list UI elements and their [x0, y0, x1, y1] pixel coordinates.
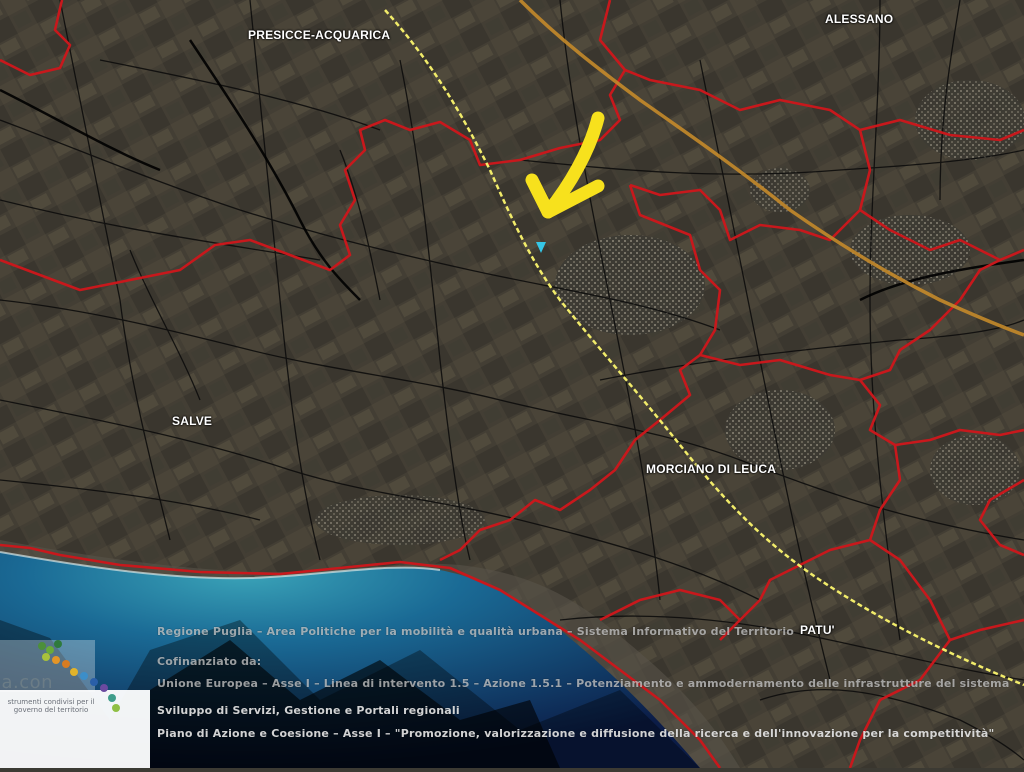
town-label-presicce: PRESICCE-ACQUARICA: [248, 28, 391, 42]
town-area-patu: [930, 435, 1020, 505]
watermark-line: Cofinanziato da:: [157, 655, 262, 668]
town-area-ne: [915, 80, 1024, 160]
town-area-alessano: [850, 215, 970, 285]
watermark-line: Unione Europea – Asse I – Linea di inter…: [157, 677, 1010, 690]
town-label-alessano: ALESSANO: [825, 12, 894, 26]
town-label-morciano: MORCIANO DI LEUCA: [646, 462, 777, 476]
town-label-salve: SALVE: [172, 414, 213, 428]
watermark-line: Piano di Azione e Coesione – Asse I – "P…: [157, 727, 995, 740]
satellite-map[interactable]: PRESICCE-ACQUARICA ALESSANO SALVE MORCIA…: [0, 0, 1024, 769]
watermark-line: Sviluppo di Servizi, Gestione e Portali …: [157, 704, 460, 717]
logo-wordmark: ia.con: [0, 672, 54, 693]
watermark-overlay: Regione Puglia – Area Politiche per la m…: [0, 610, 1024, 768]
watermark-line: Regione Puglia – Area Politiche per la m…: [157, 625, 795, 638]
coastal-settlement: [315, 495, 485, 545]
logo-caption: strumenti condivisi per il governo del t…: [7, 698, 95, 714]
town-area-morciano: [555, 235, 705, 335]
